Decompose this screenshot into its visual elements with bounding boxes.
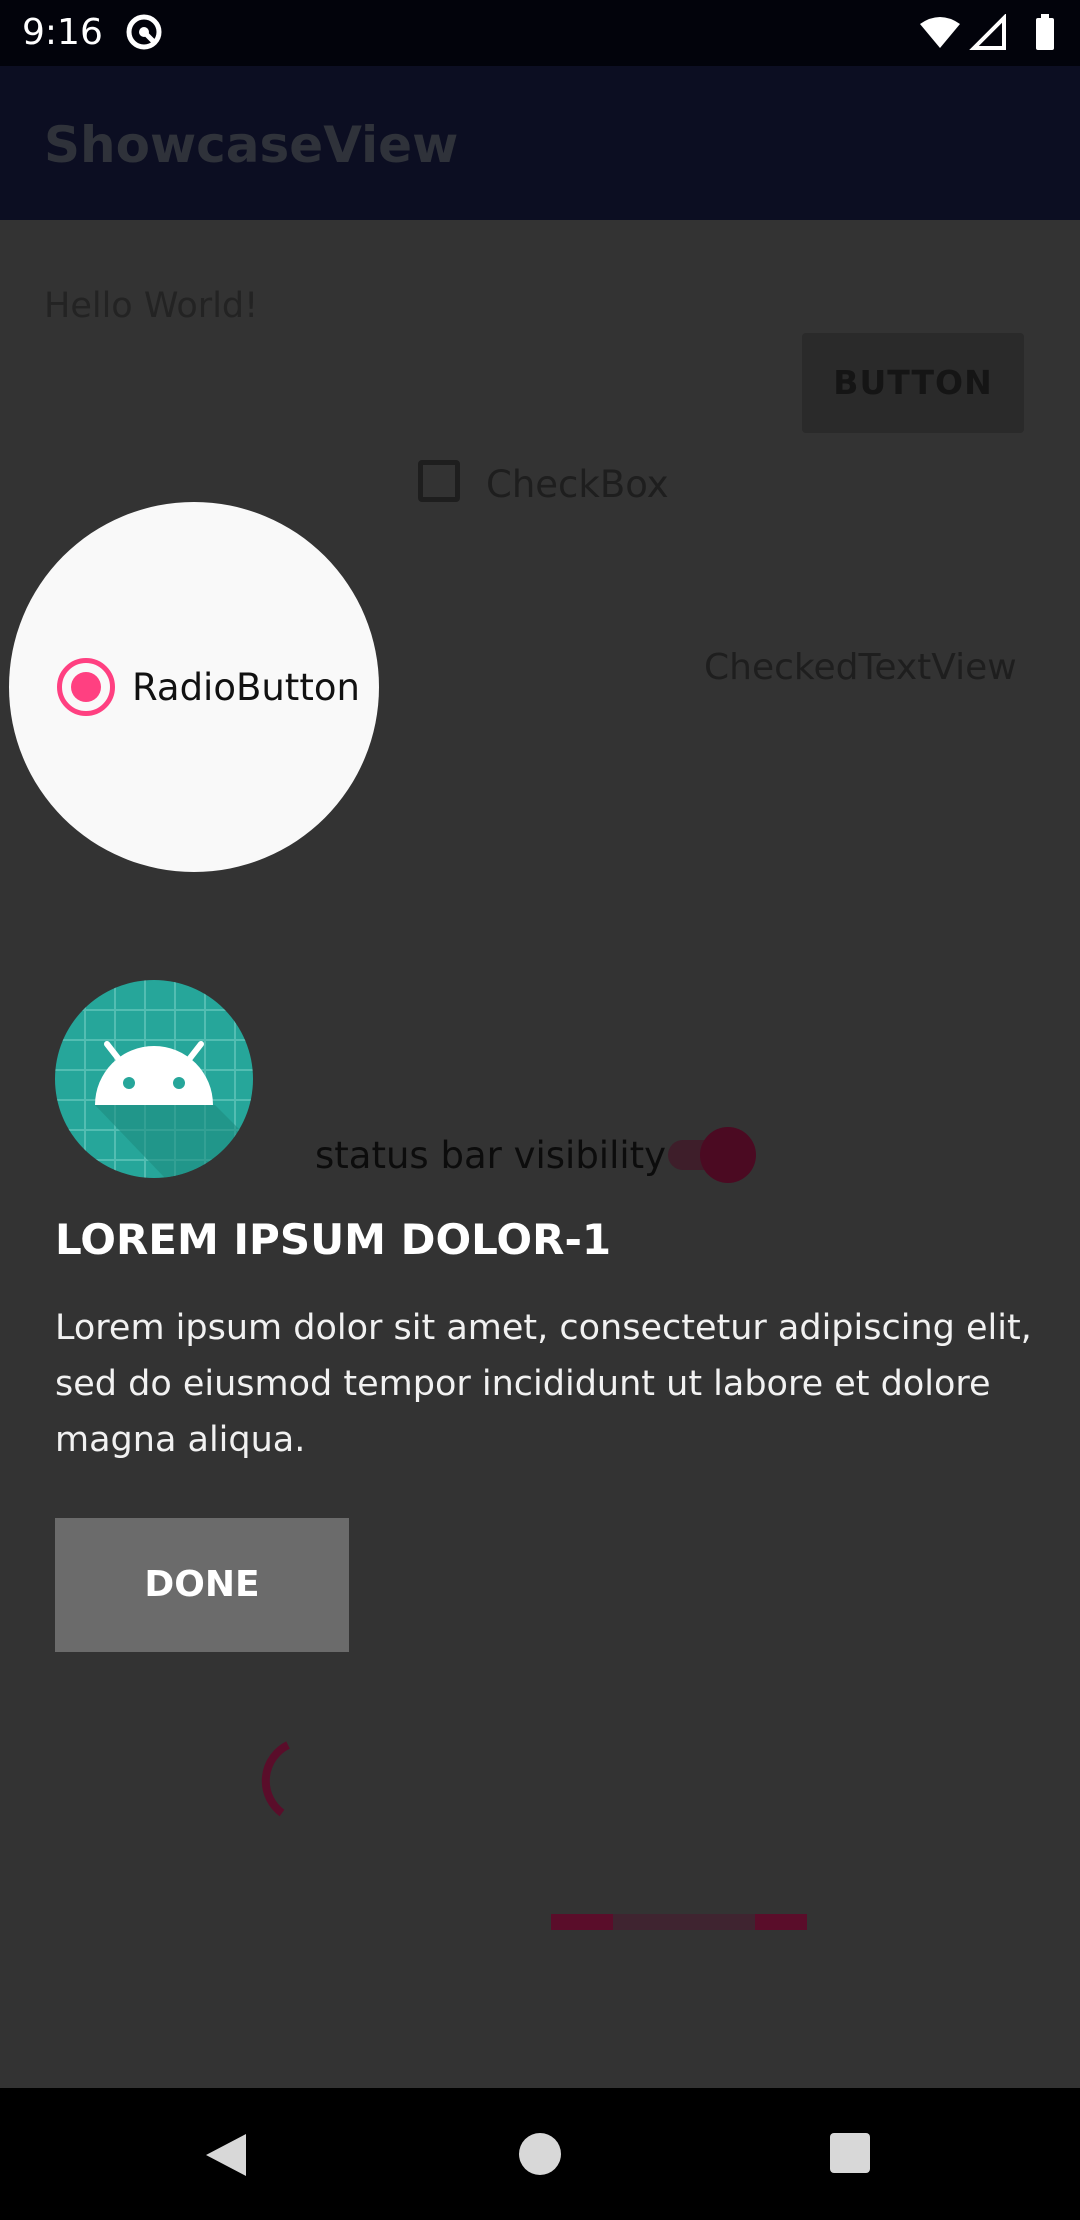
progress-bar bbox=[551, 1914, 807, 1930]
signal-icon bbox=[969, 14, 1006, 50]
wifi-icon bbox=[920, 17, 960, 48]
radio-button-dot bbox=[71, 672, 101, 702]
radio-button-label: RadioButton bbox=[132, 666, 360, 709]
switch-thumb[interactable] bbox=[700, 1127, 756, 1183]
recents-icon[interactable] bbox=[830, 2133, 870, 2173]
app-title: ShowcaseView bbox=[44, 116, 459, 174]
home-icon[interactable] bbox=[519, 2133, 561, 2175]
progress-spinner bbox=[261, 1741, 290, 1817]
switch-label: status bar visibility bbox=[315, 1134, 667, 1177]
battery-icon bbox=[1036, 18, 1054, 50]
status-time: 9:16 bbox=[22, 12, 103, 53]
back-icon[interactable] bbox=[202, 2130, 252, 2180]
android-robot-icon bbox=[55, 980, 253, 1178]
status-icons bbox=[920, 14, 1054, 50]
showcase-title: LOREM IPSUM DOLOR-1 bbox=[55, 1215, 612, 1264]
showcase-description: Lorem ipsum dolor sit amet, consectetur … bbox=[55, 1308, 1032, 1460]
checkbox[interactable] bbox=[418, 460, 460, 502]
notification-at-icon bbox=[126, 14, 162, 50]
hello-text: Hello World! bbox=[44, 286, 259, 326]
checked-text-view[interactable]: CheckedTextView bbox=[704, 645, 1017, 691]
main-button[interactable]: BUTTON bbox=[802, 333, 1024, 433]
checkbox-label: CheckBox bbox=[486, 463, 669, 506]
done-button[interactable]: DONE bbox=[55, 1518, 349, 1652]
